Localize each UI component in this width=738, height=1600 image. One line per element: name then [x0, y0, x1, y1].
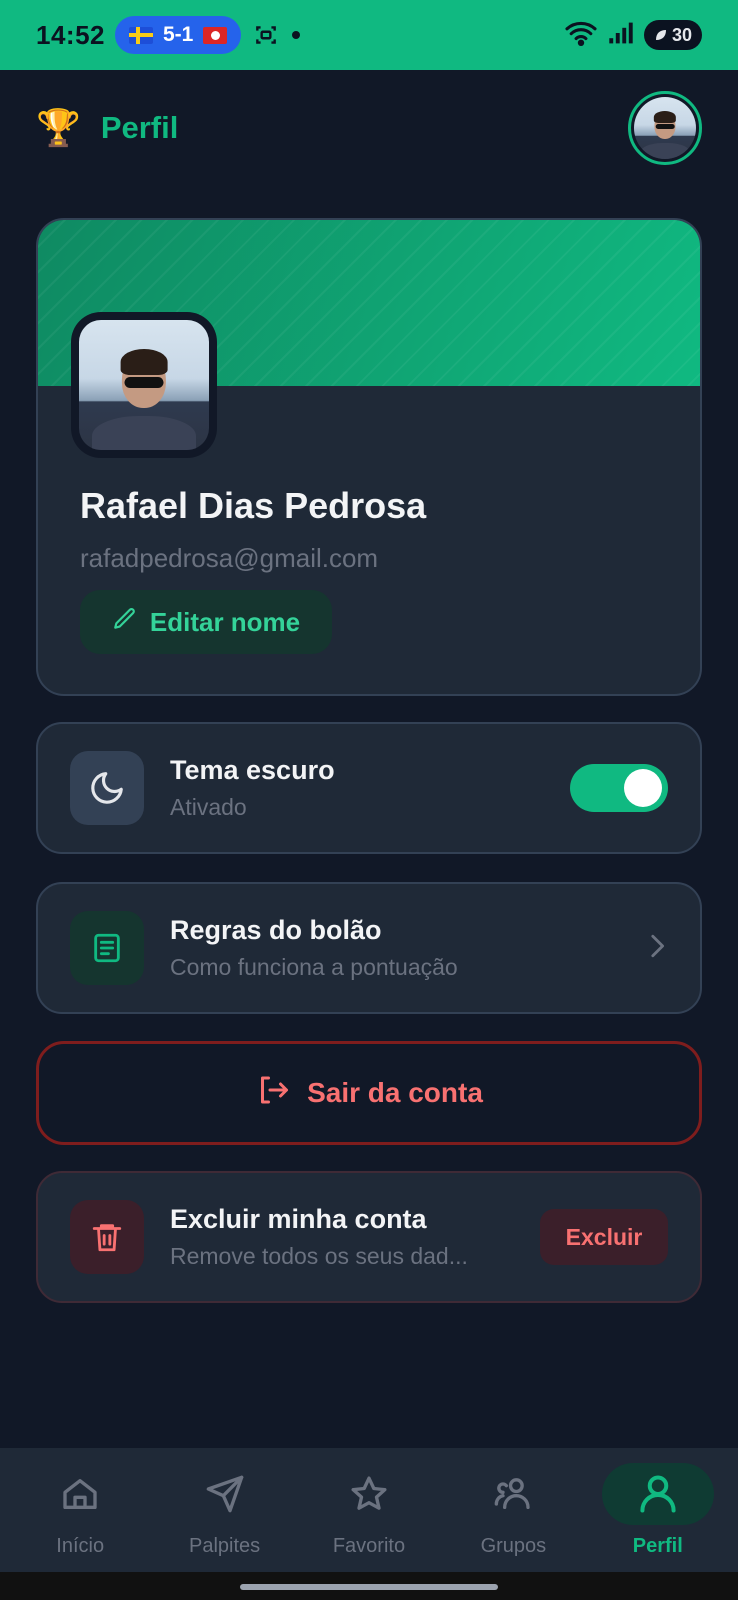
- rules-card[interactable]: Regras do bolão Como funciona a pontuaçã…: [36, 882, 702, 1014]
- rules-title: Regras do bolão: [170, 915, 382, 945]
- sweden-flag-icon: [129, 26, 153, 44]
- nav-item-palpites[interactable]: Palpites: [155, 1455, 295, 1565]
- users-icon: [457, 1463, 569, 1525]
- trash-icon: [70, 1200, 144, 1274]
- logout-icon: [255, 1072, 291, 1115]
- wifi-icon: [564, 19, 598, 52]
- nav-item-grupos[interactable]: Grupos: [443, 1455, 583, 1565]
- page-header: 🏆 Perfil: [36, 90, 702, 166]
- battery-indicator: 30: [643, 20, 702, 50]
- profile-email: rafadpedrosa@gmail.com: [80, 543, 379, 573]
- book-icon: [70, 911, 144, 985]
- profile-photo-image: [79, 320, 209, 450]
- status-bar: 14:52 5-1 30: [0, 0, 738, 70]
- user-icon: [601, 1462, 714, 1525]
- nav-label-grupos: Grupos: [480, 1534, 547, 1557]
- logout-label: Sair da conta: [307, 1077, 483, 1108]
- live-score: 5-1: [163, 23, 194, 46]
- nav-item-inicio[interactable]: Início: [10, 1455, 150, 1565]
- tunisia-flag-icon: [203, 26, 228, 44]
- profile-card: Rafael Dias Pedrosa rafadpedrosa@gmail.c…: [36, 218, 702, 696]
- send-icon: [169, 1463, 281, 1525]
- leaf-icon: [655, 30, 666, 40]
- nav-label-inicio: Início: [56, 1534, 105, 1557]
- bottom-navigation: Início Palpites Favorito Grupos Perfil: [0, 1448, 738, 1572]
- system-gesture-bar: [0, 1572, 738, 1600]
- theme-setting-card[interactable]: Tema escuro Ativado: [36, 722, 702, 854]
- logout-button[interactable]: Sair da conta: [36, 1041, 702, 1145]
- header-avatar[interactable]: [628, 91, 702, 165]
- avatar-photo: [634, 97, 696, 159]
- delete-account-title: Excluir minha conta: [170, 1204, 427, 1234]
- dark-theme-toggle[interactable]: [570, 764, 668, 812]
- signal-icon: [608, 21, 634, 50]
- nav-label-perfil: Perfil: [632, 1534, 683, 1557]
- chevron-right-icon: [646, 932, 668, 965]
- nav-label-favorito: Favorito: [332, 1534, 406, 1557]
- nav-item-perfil[interactable]: Perfil: [588, 1455, 728, 1565]
- moon-icon: [70, 751, 144, 825]
- trophy-icon: 🏆: [36, 107, 81, 148]
- toggle-knob: [624, 769, 662, 807]
- nav-item-favorito[interactable]: Favorito: [299, 1455, 439, 1565]
- rules-subtitle: Como funciona a pontuação: [170, 954, 458, 980]
- delete-account-card: Excluir minha conta Remove todos os seus…: [36, 1171, 702, 1303]
- theme-setting-status: Ativado: [170, 794, 247, 820]
- theme-setting-title: Tema escuro: [170, 755, 335, 785]
- nav-label-palpites: Palpites: [189, 1534, 261, 1557]
- page-title: Perfil: [100, 110, 179, 145]
- status-time: 14:52: [36, 19, 105, 50]
- notification-dot-icon: [291, 30, 301, 40]
- home-gesture-handle[interactable]: [240, 1584, 498, 1590]
- delete-account-button[interactable]: Excluir: [540, 1209, 668, 1265]
- star-icon: [313, 1463, 425, 1525]
- edit-name-label: Editar nome: [149, 606, 301, 637]
- delete-account-subtitle: Remove todos os seus dad...: [170, 1243, 468, 1269]
- edit-name-button[interactable]: Editar nome: [80, 590, 332, 654]
- screenshot-icon: [253, 22, 279, 48]
- live-score-pill[interactable]: 5-1: [115, 16, 242, 54]
- battery-level: 30: [671, 24, 692, 45]
- profile-name: Rafael Dias Pedrosa: [80, 485, 427, 526]
- home-icon: [24, 1463, 136, 1525]
- pencil-icon: [112, 606, 138, 639]
- profile-photo[interactable]: [71, 312, 217, 458]
